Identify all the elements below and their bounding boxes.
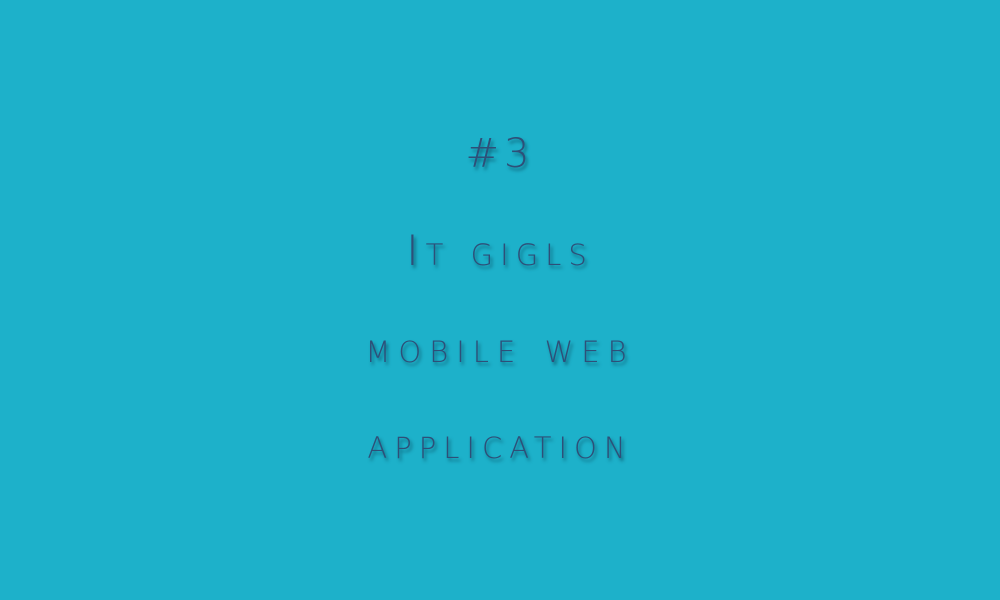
title-slide: #3 It gigls mobile web application: [0, 0, 1000, 600]
project-subtitle-line-2: application: [367, 419, 633, 468]
project-title: It gigls: [406, 226, 594, 275]
slide-number: #3: [465, 131, 535, 177]
project-subtitle-line-1: mobile web: [365, 323, 635, 372]
